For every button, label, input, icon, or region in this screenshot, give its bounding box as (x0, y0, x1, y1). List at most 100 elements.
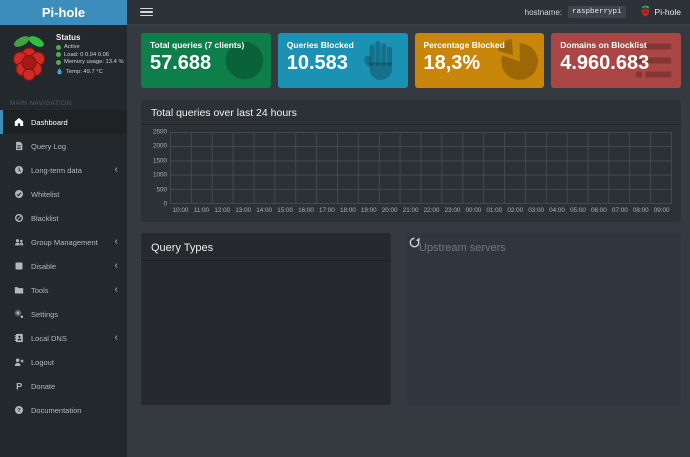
x-tick-label: 18:00 (337, 207, 358, 214)
file-icon (13, 140, 25, 152)
navbar-right: hostname: raspberrypi Pi-hole (525, 5, 690, 19)
status-row-memory-usage: Memory usage: 13.4 % (56, 59, 122, 65)
status-text: Active (64, 44, 80, 50)
sidebar-item-label: Long-term data (31, 166, 82, 175)
y-tick-label: 0 (163, 201, 167, 208)
stat-card-value: 4.960.683 (560, 52, 672, 75)
x-tick-label: 22:00 (421, 207, 442, 214)
clock-icon (13, 164, 25, 176)
stat-card-value: 18,3% (424, 52, 536, 75)
x-tick-label: 19:00 (358, 207, 379, 214)
status-row-active: Active (56, 44, 122, 50)
sidebar-item-long-term-data[interactable]: Long-term data ‹ (0, 158, 127, 182)
chevron-left-icon: ‹ (115, 165, 118, 175)
question-circle-icon: ? (13, 404, 25, 416)
sidebar-item-tools[interactable]: Tools ‹ (0, 278, 127, 302)
svg-text:P: P (16, 382, 22, 391)
status-text: Memory usage: 13.4 % (64, 59, 124, 65)
y-tick-label: 2000 (153, 143, 167, 150)
paypal-icon: P (13, 380, 25, 392)
app-logo[interactable]: Pi-hole (0, 0, 127, 25)
stat-card-percentage-blocked: Percentage Blocked18,3% (415, 33, 545, 88)
status-row-temp: Temp: 49.7 °C (56, 67, 122, 77)
sidebar-item-donate[interactable]: P Donate (0, 374, 127, 398)
sidebar-item-dashboard[interactable]: Dashboard (0, 110, 127, 134)
sidebar-menu: Dashboard Query Log Long-term data ‹ Whiteli… (0, 110, 127, 422)
gears-icon (13, 308, 25, 320)
sidebar-item-local-dns[interactable]: Local DNS‹ (0, 326, 127, 350)
sidebar-item-label: Disable (31, 262, 56, 271)
status-text: Load: 0 0.04 0.06 (64, 52, 109, 58)
pihole-brand-label: Pi-hole (655, 7, 681, 17)
status-heading: Status (56, 33, 122, 42)
chevron-left-icon: ‹ (115, 285, 118, 295)
sidebar-item-disable[interactable]: Disable‹ (0, 254, 127, 278)
green-dot-icon (56, 60, 61, 65)
sidebar-item-label: Local DNS (31, 334, 67, 343)
x-tick-label: 00:00 (463, 207, 484, 214)
top-navbar: Pi-hole hostname: raspberrypi Pi-hole (0, 0, 690, 25)
queries-chart-panel: Total queries over last 24 hours 2500200… (141, 100, 681, 222)
address-book-icon (13, 332, 25, 344)
stat-card-total-queries-7-clients: Total queries (7 clients) 57.688 (141, 33, 271, 88)
y-tick-label: 1500 (153, 157, 167, 164)
y-tick-label: 1000 (153, 172, 167, 179)
sidebar-item-label: Settings (31, 310, 58, 319)
sidebar-item-label: Blacklist (31, 214, 59, 223)
sidebar-item-label: Documentation (31, 406, 81, 415)
x-tick-label: 02:00 (505, 207, 526, 214)
query-types-title: Query Types (141, 233, 391, 261)
ban-icon (13, 212, 25, 224)
hostname-label: hostname: (525, 8, 562, 17)
sidebar-item-label: Whitelist (31, 190, 59, 199)
status-box: Status Active Load: 0 0.04 0.06Memory usa… (0, 25, 127, 93)
raspberry-logo-icon (7, 33, 51, 88)
main-content: Total queries (7 clients) 57.688 Queries B… (127, 25, 690, 457)
sidebar-item-documentation[interactable]: ? Documentation (0, 398, 127, 422)
x-tick-label: 14:00 (254, 207, 275, 214)
x-tick-label: 04:00 (547, 207, 568, 214)
stat-card-label: Queries Blocked (287, 40, 399, 50)
chart-y-axis: 25002000150010005000 (148, 132, 170, 204)
sidebar-item-blacklist[interactable]: Blacklist (0, 206, 127, 230)
green-dot-icon (56, 45, 61, 50)
sidebar-item-logout[interactable]: Logout (0, 350, 127, 374)
x-tick-label: 12:00 (212, 207, 233, 214)
sidebar-item-label: Donate (31, 382, 55, 391)
sidebar-toggle-button[interactable] (140, 6, 153, 19)
stat-card-value: 10.583 (287, 52, 399, 75)
app-title: Pi-hole (42, 5, 85, 20)
status-text: Temp: 49.7 °C (66, 69, 103, 75)
users-icon (13, 236, 25, 248)
sidebar-item-group-management[interactable]: Group Management‹ (0, 230, 127, 254)
sidebar-item-label: Tools (31, 286, 49, 295)
home-icon (13, 116, 25, 128)
x-tick-label: 08:00 (630, 207, 651, 214)
chart-panel-title: Total queries over last 24 hours (141, 100, 681, 125)
sidebar: Status Active Load: 0 0.04 0.06Memory usa… (0, 25, 127, 457)
query-types-panel: Query Types (141, 233, 391, 405)
sidebar-item-whitelist[interactable]: Whitelist (0, 182, 127, 206)
stop-icon (13, 260, 25, 272)
x-tick-label: 17:00 (316, 207, 337, 214)
x-tick-label: 11:00 (191, 207, 212, 214)
sidebar-item-query-log[interactable]: Query Log (0, 134, 127, 158)
x-tick-label: 01:00 (484, 207, 505, 214)
sidebar-item-settings[interactable]: Settings (0, 302, 127, 326)
sidebar-item-label: Query Log (31, 142, 66, 151)
chevron-left-icon: ‹ (115, 237, 118, 247)
status-row-load: Load: 0 0.04 0.06 (56, 52, 122, 58)
check-circle-icon (13, 188, 25, 200)
x-tick-label: 13:00 (233, 207, 254, 214)
x-tick-label: 10:00 (170, 207, 191, 214)
stat-card-label: Total queries (7 clients) (150, 40, 262, 50)
stat-card-domains-on-blocklist: Domains on Blocklist4.960.683 (551, 33, 681, 88)
green-dot-icon (56, 52, 61, 57)
svg-text:?: ? (17, 408, 21, 414)
pihole-brand-link[interactable]: Pi-hole (640, 5, 681, 19)
x-tick-label: 23:00 (442, 207, 463, 214)
nav-section-label: MAIN NAVIGATION (0, 93, 127, 110)
stat-card-value: 57.688 (150, 52, 262, 75)
queries-chart: 25002000150010005000 10:0011:0012:0013:0… (141, 125, 681, 214)
stat-cards-row: Total queries (7 clients) 57.688 Queries B… (141, 33, 681, 88)
